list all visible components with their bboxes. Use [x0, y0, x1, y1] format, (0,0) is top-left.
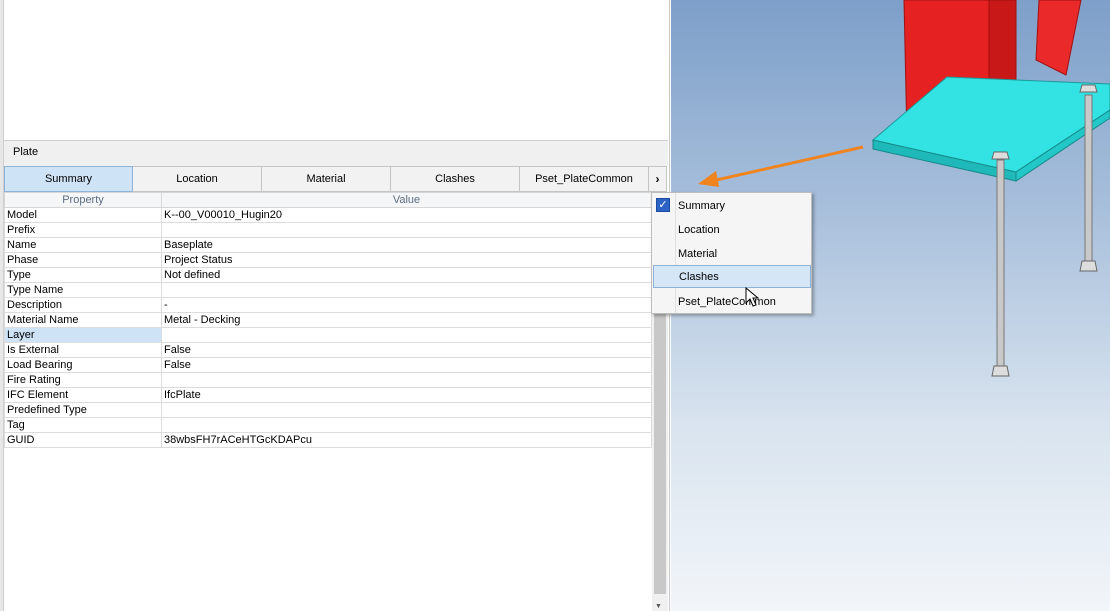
menu-item-label: Pset_PlateCommon — [678, 296, 776, 308]
property-table: Property Value Model K--00_V00010_Hugin20… — [4, 192, 652, 448]
tab-summary[interactable]: Summary — [4, 166, 133, 192]
value-cell[interactable]: Project Status — [161, 252, 652, 268]
table-row[interactable]: Name Baseplate — [4, 237, 652, 253]
value-cell[interactable] — [161, 402, 652, 418]
value-cell[interactable]: Not defined — [161, 267, 652, 283]
table-row[interactable]: GUID 38wbsFH7rACeHTGcKDAPcu — [4, 432, 652, 448]
checkbox-checked-icon[interactable]: ✓ — [656, 198, 670, 212]
anchor-rod-left — [996, 159, 1005, 371]
tab-material[interactable]: Material — [262, 166, 391, 192]
table-row[interactable]: Type Not defined — [4, 267, 652, 283]
menu-item-summary[interactable]: ✓ Summary — [652, 194, 811, 217]
value-cell[interactable] — [161, 327, 652, 343]
table-row[interactable]: Load Bearing False — [4, 357, 652, 373]
property-cell[interactable]: Tag — [4, 417, 162, 433]
panel-title: Plate — [4, 141, 668, 166]
value-cell[interactable] — [161, 222, 652, 238]
table-row[interactable]: Phase Project Status — [4, 252, 652, 268]
property-cell[interactable]: Phase — [4, 252, 162, 268]
menu-item-label: Location — [678, 224, 720, 236]
column-header-value[interactable]: Value — [161, 192, 652, 208]
property-cell[interactable]: Fire Rating — [4, 372, 162, 388]
nut-bottom-right — [1079, 260, 1098, 272]
steel-flange — [1035, 0, 1082, 76]
table-row[interactable]: Type Name — [4, 282, 652, 298]
nut-top-right — [1079, 84, 1098, 93]
tab-overflow-chevron-icon[interactable]: › — [649, 166, 667, 192]
scroll-down-arrow-icon[interactable]: ▼ — [655, 603, 662, 610]
property-cell[interactable]: Type Name — [4, 282, 162, 298]
menu-item-label: Material — [678, 248, 718, 260]
property-table-container: Property Value Model K--00_V00010_Hugin20… — [4, 192, 652, 448]
table-row[interactable]: Description - — [4, 297, 652, 313]
table-row[interactable]: Prefix — [4, 222, 652, 238]
table-row[interactable]: Is External False — [4, 342, 652, 358]
table-row[interactable]: Material Name Metal - Decking — [4, 312, 652, 328]
table-row[interactable]: Model K--00_V00010_Hugin20 — [4, 207, 652, 223]
tab-bar: Summary Location Material Clashes Pset_P… — [4, 166, 668, 192]
property-cell[interactable]: IFC Element — [4, 387, 162, 403]
properties-panel: Plate Summary Location Material Clashes … — [0, 0, 670, 611]
property-cell[interactable]: Predefined Type — [4, 402, 162, 418]
menu-item-label: Clashes — [679, 271, 719, 283]
table-row[interactable]: Layer — [4, 327, 652, 343]
nut-bottom-left — [991, 365, 1010, 377]
value-cell[interactable]: False — [161, 342, 652, 358]
property-cell[interactable]: Load Bearing — [4, 357, 162, 373]
property-cell[interactable]: Model — [4, 207, 162, 223]
value-cell[interactable] — [161, 282, 652, 298]
property-cell[interactable]: Prefix — [4, 222, 162, 238]
preview-area — [4, 0, 668, 141]
tab-location[interactable]: Location — [133, 166, 262, 192]
table-row[interactable]: Predefined Type — [4, 402, 652, 418]
value-cell[interactable]: 38wbsFH7rACeHTGcKDAPcu — [161, 432, 652, 448]
property-cell[interactable]: Is External — [4, 342, 162, 358]
anchor-rod-right — [1084, 94, 1093, 266]
property-cell[interactable]: Type — [4, 267, 162, 283]
menu-item-pset-platecommon[interactable]: Pset_PlateCommon — [652, 290, 811, 313]
value-cell[interactable]: K--00_V00010_Hugin20 — [161, 207, 652, 223]
property-cell[interactable]: Material Name — [4, 312, 162, 328]
menu-item-label: Summary — [678, 200, 726, 212]
value-cell[interactable]: Metal - Decking — [161, 312, 652, 328]
tab-pset-platecommon[interactable]: Pset_PlateCommon — [520, 166, 649, 192]
value-cell[interactable]: False — [161, 357, 652, 373]
value-cell[interactable]: - — [161, 297, 652, 313]
tab-clashes[interactable]: Clashes — [391, 166, 520, 192]
column-header-property[interactable]: Property — [4, 192, 162, 208]
table-row[interactable]: Tag — [4, 417, 652, 433]
property-cell[interactable]: Description — [4, 297, 162, 313]
menu-item-material[interactable]: Material — [652, 242, 811, 265]
property-cell[interactable]: GUID — [4, 432, 162, 448]
value-cell[interactable] — [161, 417, 652, 433]
value-cell[interactable]: Baseplate — [161, 237, 652, 253]
table-row[interactable]: Fire Rating — [4, 372, 652, 388]
menu-item-location[interactable]: Location — [652, 218, 811, 241]
table-row[interactable]: IFC Element IfcPlate — [4, 387, 652, 403]
value-cell[interactable]: IfcPlate — [161, 387, 652, 403]
property-cell[interactable]: Name — [4, 237, 162, 253]
menu-item-clashes[interactable]: Clashes — [653, 265, 811, 288]
tab-visibility-menu: ✓ Summary Location Material Clashes Pset… — [651, 192, 812, 314]
value-cell[interactable] — [161, 372, 652, 388]
property-cell[interactable]: Layer — [4, 327, 162, 343]
nut-top-left — [991, 151, 1010, 160]
